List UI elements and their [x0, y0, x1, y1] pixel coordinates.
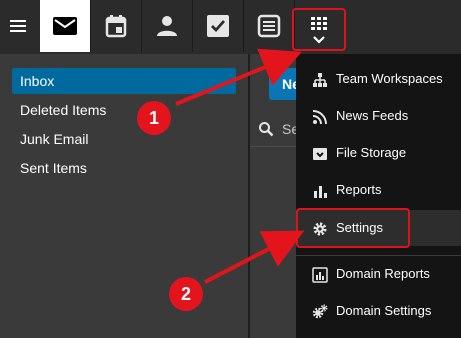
step-2-badge: 2 — [169, 277, 203, 311]
arrow-to-settings — [204, 230, 305, 284]
arrow-to-apps-button — [175, 48, 302, 106]
annotation-arrows — [175, 48, 305, 284]
step-1-badge: 1 — [137, 101, 171, 135]
